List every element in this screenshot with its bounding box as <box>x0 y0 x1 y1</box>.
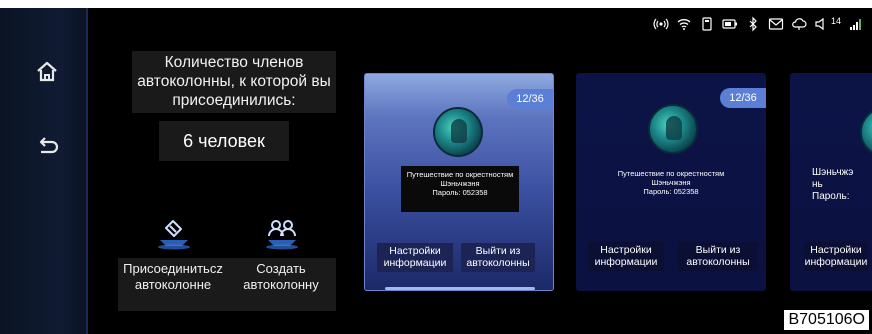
convoy-card[interactable]: 12/36 Путешествие по окрестностям Шэньчж… <box>576 73 766 291</box>
convoy-password: Пароль: 052358 <box>643 187 699 196</box>
battery-icon <box>722 16 738 32</box>
settings-info-button[interactable]: Настройки информации <box>377 243 453 272</box>
screen: 14 Количество членов автоколонны, к кото… <box>0 0 872 334</box>
member-count-value: 6 человек <box>159 121 289 161</box>
convoy-avatar <box>648 104 698 154</box>
top-band <box>0 0 872 8</box>
volume-value: 14 <box>830 16 841 26</box>
volume-icon <box>814 16 830 32</box>
cloud-icon <box>791 16 807 32</box>
convoy-avatar <box>860 107 872 157</box>
home-button[interactable] <box>30 55 64 89</box>
create-convoy-label: Создать автоколонну <box>226 258 336 311</box>
hotspot-icon <box>653 16 669 32</box>
signal-icon <box>848 16 864 32</box>
convoy-description: Путешествие по окрестностям Шэньчжэня Па… <box>612 165 730 211</box>
convoy-name: Путешествие по окрестностям <box>406 170 514 179</box>
status-bar: 14 <box>653 14 864 34</box>
bluetooth-icon <box>745 16 761 32</box>
handshake-icon <box>158 220 190 250</box>
convoy-password: Пароль: 052358 <box>432 188 488 197</box>
convoy-name-cont: нь <box>812 179 823 190</box>
message-icon <box>768 16 784 32</box>
back-icon <box>39 137 59 154</box>
wifi-icon <box>676 16 692 32</box>
image-code-label: B705106O <box>783 309 870 331</box>
sim-icon <box>699 16 715 32</box>
convoy-avatar <box>433 107 483 157</box>
convoy-name-cont: Шэньчжэня <box>651 178 691 187</box>
convoy-password: Пароль: <box>812 191 850 202</box>
convoy-card[interactable]: Шэньчжэ нь Пароль: Настройки информации <box>790 73 872 291</box>
member-count-caption: Количество членов автоколонны, к которой… <box>132 51 336 113</box>
settings-info-button[interactable]: Настройки информации <box>804 242 868 271</box>
back-button[interactable] <box>30 130 64 164</box>
rail-divider <box>86 8 88 334</box>
join-convoy-label: Присоединитьсz автоколонне <box>118 258 228 311</box>
member-badge: 12/36 <box>720 88 766 108</box>
member-badge: 12/36 <box>507 89 553 109</box>
group-icon <box>266 220 298 250</box>
leave-convoy-button[interactable]: Выйти из автоколонны <box>678 242 758 271</box>
convoy-card[interactable]: 12/36 Путешествие по окрестностям Шэньчж… <box>364 73 554 291</box>
settings-info-button[interactable]: Настройки информации <box>588 242 664 271</box>
home-icon <box>37 61 57 82</box>
convoy-description: Путешествие по окрестностям Шэньчжэня Па… <box>401 166 519 212</box>
selection-indicator <box>385 287 535 290</box>
convoy-description: Шэньчжэ нь Пароль: <box>812 167 872 215</box>
convoy-name: Шэньчжэ <box>812 167 854 178</box>
leave-convoy-button[interactable]: Выйти из автоколонны <box>461 243 535 272</box>
convoy-name-cont: Шэньчжэня <box>440 179 480 188</box>
convoy-name: Путешествие по окрестностям <box>617 169 725 178</box>
